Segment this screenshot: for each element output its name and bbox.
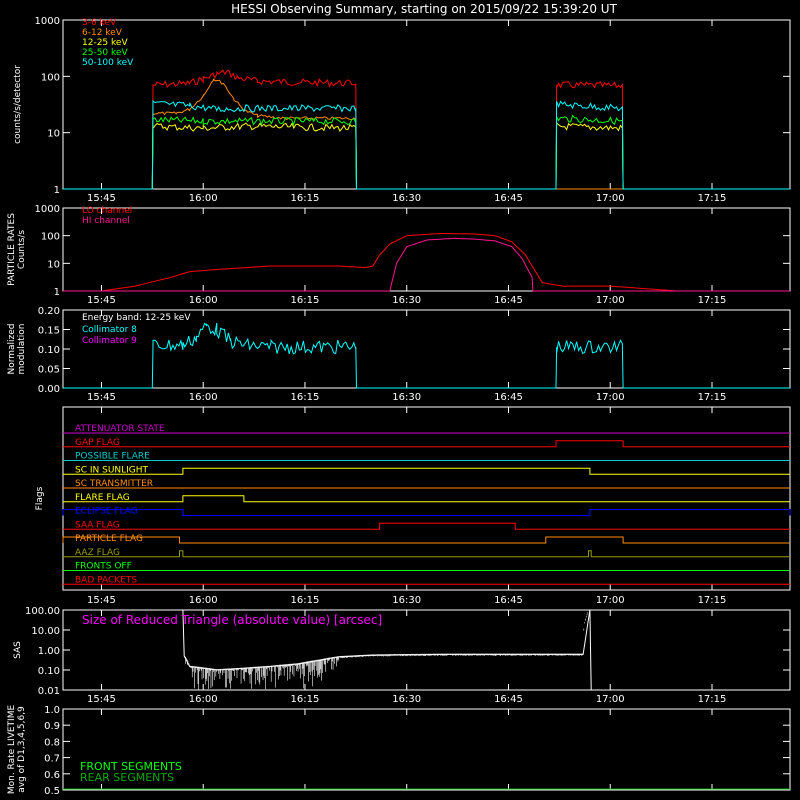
particle-ylabel: PARTICLE RATES bbox=[7, 213, 17, 286]
lightcurves-legend-entry: 50-100 keV bbox=[82, 58, 134, 68]
particle-ytick-label: 1 bbox=[54, 287, 60, 298]
flag-label: ATTENUATOR STATE bbox=[75, 424, 165, 434]
flags-xtick-label: 17:15 bbox=[698, 595, 727, 606]
lightcurves-ytick-label: 1 bbox=[54, 185, 60, 196]
modulation-xtick-label: 16:45 bbox=[494, 392, 523, 403]
lightcurves-legend-entry: 25-50 keV bbox=[82, 48, 128, 58]
lightcurves-xtick-label: 17:00 bbox=[596, 193, 625, 204]
modulation-xtick-label: 17:00 bbox=[596, 392, 625, 403]
livetime-ytick-label: 0.6 bbox=[44, 770, 60, 781]
flag-label: AAZ FLAG bbox=[75, 548, 120, 558]
lightcurves-ytick-label: 1000 bbox=[35, 16, 60, 27]
flags-xtick-label: 15:45 bbox=[87, 595, 116, 606]
particle-ytick-label: 100 bbox=[41, 232, 60, 243]
modulation-ytick-label: 0.15 bbox=[38, 326, 60, 337]
livetime-ytick-label: 1.0 bbox=[44, 705, 60, 716]
particle-xtick-label: 15:45 bbox=[87, 295, 116, 306]
sas-annotation: Size of Reduced Triangle (absolute value… bbox=[82, 613, 382, 627]
particle-ytick-label: 1000 bbox=[35, 204, 60, 215]
sas-ytick-label: 0.10 bbox=[38, 666, 60, 677]
lightcurves-ytick-label: 10 bbox=[47, 129, 60, 140]
sas-ytick-label: 1.00 bbox=[38, 646, 60, 657]
sas-xtick-label: 16:15 bbox=[291, 694, 320, 705]
particle-xtick-label: 16:30 bbox=[392, 295, 421, 306]
livetime-ylabel: Mon. Rate LIVETIME bbox=[7, 705, 17, 795]
flag-label: FLARE FLAG bbox=[75, 493, 130, 503]
modulation-xtick-label: 16:30 bbox=[392, 392, 421, 403]
flag-label: PARTICLE FLAG bbox=[75, 534, 143, 544]
modulation-xtick-label: 16:15 bbox=[291, 392, 320, 403]
hessi-summary-figure: HESSI Observing Summary, starting on 201… bbox=[0, 0, 800, 800]
flags-xtick-label: 16:00 bbox=[189, 595, 218, 606]
lightcurves-xtick-label: 15:45 bbox=[87, 193, 116, 204]
flag-label: SC IN SUNLIGHT bbox=[75, 465, 149, 475]
flag-label: BAD PACKETS bbox=[75, 575, 137, 585]
flags-xtick-label: 16:45 bbox=[494, 595, 523, 606]
particle-ylabel2: Counts/s bbox=[17, 230, 27, 269]
flags-xtick-label: 16:15 bbox=[291, 595, 320, 606]
sas-xtick-label: 16:00 bbox=[189, 694, 218, 705]
sas-xtick-label: 17:00 bbox=[596, 694, 625, 705]
modulation-ytick-label: 0.20 bbox=[38, 306, 60, 317]
figure-title: HESSI Observing Summary, starting on 201… bbox=[231, 2, 617, 16]
modulation-ylabel2: modulation bbox=[17, 324, 27, 375]
flag-label: FRONTS OFF bbox=[75, 562, 132, 572]
livetime-legend-entry: REAR SEGMENTS bbox=[80, 771, 174, 784]
modulation-legend-header: Energy band: 12-25 keV bbox=[82, 313, 191, 323]
flag-label: POSSIBLE FLARE bbox=[75, 452, 150, 462]
lightcurves-ytick-label: 100 bbox=[41, 72, 60, 83]
particle-xtick-label: 17:15 bbox=[698, 295, 727, 306]
lightcurves-xtick-label: 16:15 bbox=[291, 193, 320, 204]
flags-ylabel: Flags bbox=[35, 486, 45, 510]
modulation-ylabel: Normalized bbox=[7, 323, 17, 374]
particle-xtick-label: 17:00 bbox=[596, 295, 625, 306]
sas-xtick-label: 16:30 bbox=[392, 694, 421, 705]
flag-label: GAP FLAG bbox=[75, 438, 120, 448]
particle-ytick-label: 10 bbox=[47, 259, 60, 270]
sas-ytick-label: 100.00 bbox=[25, 606, 60, 617]
modulation-legend-entry: Collimator 8 bbox=[82, 325, 137, 335]
sas-xtick-label: 17:15 bbox=[698, 694, 727, 705]
livetime-ylabel2: avg of D1,3,4,5,6,9 bbox=[17, 706, 27, 793]
modulation-xtick-label: 16:00 bbox=[189, 392, 218, 403]
lightcurves-xtick-label: 17:15 bbox=[698, 193, 727, 204]
particle-legend-entry: HI channel bbox=[82, 216, 130, 226]
modulation-ytick-label: 0.00 bbox=[38, 384, 60, 395]
modulation-xtick-label: 15:45 bbox=[87, 392, 116, 403]
livetime-ytick-label: 0.5 bbox=[44, 786, 60, 797]
lightcurves-legend-entry: 12-25 keV bbox=[82, 38, 128, 48]
particle-xtick-label: 16:00 bbox=[189, 295, 218, 306]
sas-ytick-label: 0.01 bbox=[38, 686, 60, 697]
particle-legend-entry: LO channel bbox=[82, 206, 132, 216]
lightcurves-ylabel: counts/s/detector bbox=[13, 65, 23, 144]
lightcurves-legend-entry: 3-6 keV bbox=[82, 18, 117, 28]
flag-label: SAA FLAG bbox=[75, 520, 120, 530]
flag-label: SC TRANSMITTER bbox=[75, 479, 153, 489]
modulation-ytick-label: 0.10 bbox=[38, 345, 60, 356]
lightcurves-xtick-label: 16:30 bbox=[392, 193, 421, 204]
sas-ylabel: SAS bbox=[13, 641, 23, 659]
particle-xtick-label: 16:45 bbox=[494, 295, 523, 306]
modulation-xtick-label: 17:15 bbox=[698, 392, 727, 403]
flags-xtick-label: 16:30 bbox=[392, 595, 421, 606]
livetime-ytick-label: 0.9 bbox=[44, 721, 60, 732]
sas-ytick-label: 10.00 bbox=[31, 626, 60, 637]
modulation-legend-entry: Collimator 9 bbox=[82, 336, 137, 346]
modulation-ytick-label: 0.05 bbox=[38, 365, 60, 376]
lightcurves-xtick-label: 16:45 bbox=[494, 193, 523, 204]
livetime-ytick-label: 0.8 bbox=[44, 737, 60, 748]
particle-xtick-label: 16:15 bbox=[291, 295, 320, 306]
sas-xtick-label: 15:45 bbox=[87, 694, 116, 705]
flag-label: ECLIPSE FLAG bbox=[75, 507, 138, 517]
sas-xtick-label: 16:45 bbox=[494, 694, 523, 705]
livetime-ytick-label: 0.7 bbox=[44, 754, 60, 765]
flags-xtick-label: 17:00 bbox=[596, 595, 625, 606]
lightcurves-legend-entry: 6-12 keV bbox=[82, 28, 123, 38]
lightcurves-xtick-label: 16:00 bbox=[189, 193, 218, 204]
